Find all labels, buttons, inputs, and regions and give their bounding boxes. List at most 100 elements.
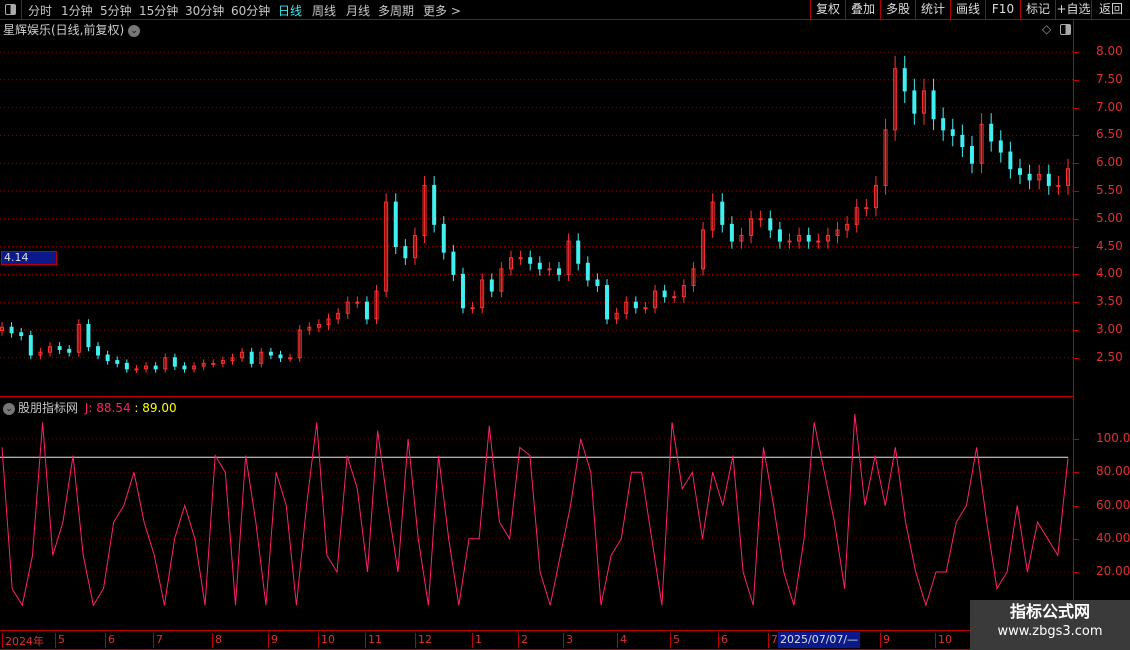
axis-tick — [1074, 163, 1079, 165]
candle-body — [268, 351, 273, 356]
date-tick-label: 1 — [472, 633, 482, 648]
candle-body — [105, 354, 110, 362]
back-button[interactable]: 返回 — [1091, 0, 1130, 20]
date-tick-label: 9 — [880, 633, 890, 648]
candle-body — [528, 257, 533, 264]
candle-body — [96, 346, 101, 356]
price-tick-label: 5.50 — [1096, 183, 1123, 197]
candle-body — [547, 268, 552, 271]
candle-body — [249, 351, 254, 364]
price-tick-label: 3.00 — [1096, 322, 1123, 336]
date-tick-label: 2 — [518, 633, 528, 648]
candle-body — [489, 279, 494, 292]
price-tick-label: 7.00 — [1096, 99, 1123, 114]
candle-body — [441, 223, 446, 253]
candle-body — [998, 140, 1003, 153]
candle-body — [470, 307, 475, 310]
axis-tick — [1074, 246, 1079, 248]
price-tick-label: 2.50 — [1096, 349, 1123, 364]
date-tick-label: 5 — [55, 633, 65, 648]
date-cursor-label: 2025/07/07/— — [778, 632, 861, 648]
candle-body — [9, 326, 14, 334]
candle-body — [1008, 151, 1013, 170]
candle-body — [758, 218, 763, 221]
axis-tick — [1074, 274, 1079, 276]
candle-body — [816, 240, 821, 243]
candle-body — [662, 290, 667, 298]
candle-body — [864, 207, 869, 210]
date-tick-label: 7 — [768, 633, 778, 648]
date-tick-label: 12 — [415, 633, 432, 648]
axis-tick — [1074, 191, 1079, 192]
indicator-tick-label: 100.0 — [1096, 431, 1130, 445]
watermark-url: www.zbgs3.com — [997, 624, 1103, 639]
candle-body — [403, 246, 408, 259]
candle-body — [931, 90, 936, 120]
price-tick-label: 7.50 — [1096, 71, 1123, 86]
candle-body — [19, 332, 24, 337]
indicator-tick-label: 20.00 — [1096, 564, 1130, 578]
j-line — [1, 414, 1069, 607]
axis-tick — [1074, 135, 1079, 137]
candle-body — [355, 301, 360, 304]
candle-body — [950, 129, 955, 136]
candle-body — [86, 323, 91, 348]
candle-body — [1027, 173, 1032, 181]
date-tick-label: 4 — [617, 633, 627, 648]
candle-body — [278, 354, 283, 359]
date-tick-label: 10 — [318, 633, 335, 648]
chevron-down-icon[interactable]: ⌄ — [3, 402, 15, 415]
candle-body — [460, 273, 465, 309]
panel-divider — [0, 396, 1073, 397]
indicator-tick-label: 80.00 — [1096, 464, 1130, 479]
candle-body — [451, 251, 456, 275]
candle-body — [537, 262, 542, 270]
candle-body — [134, 368, 139, 371]
candle-body — [124, 362, 129, 370]
candle-body — [67, 348, 72, 353]
candle-body — [902, 68, 907, 92]
candle-body — [720, 201, 725, 225]
axis-tick — [1074, 505, 1079, 507]
chart-canvas[interactable] — [0, 0, 1073, 630]
indicator-name: 股朋指标网 — [18, 401, 79, 415]
price-tick-label: 5.00 — [1096, 210, 1123, 225]
candle-body — [585, 262, 590, 281]
axis-tick — [1074, 472, 1079, 474]
price-tick-label: 6.50 — [1096, 127, 1123, 142]
candle-body — [605, 285, 610, 320]
axis-tick — [1074, 439, 1079, 440]
j-value: J: 88.54 — [84, 401, 131, 415]
date-tick-label: 11 — [365, 633, 382, 648]
candle-body — [57, 346, 62, 350]
price-tick-label: 4.00 — [1096, 266, 1123, 281]
candle-body — [806, 234, 811, 242]
candle-body — [768, 218, 773, 231]
candle-body — [211, 362, 216, 365]
axis-tick — [1074, 538, 1079, 540]
candle-body — [288, 357, 293, 360]
candle-body — [672, 296, 677, 299]
candle-body — [1056, 184, 1061, 187]
date-tick-label: 9 — [268, 633, 278, 648]
candle-body — [393, 201, 398, 248]
current-price-label: 4.14 — [1, 251, 57, 265]
price-tick-label: 8.00 — [1096, 44, 1123, 58]
candle-body — [432, 184, 437, 225]
watermark: 指标公式网 www.zbgs3.com — [970, 600, 1130, 650]
candle-body — [989, 123, 994, 142]
candle-body — [172, 357, 177, 367]
candle-body — [643, 307, 648, 310]
candle-body — [777, 229, 782, 242]
candle-body — [960, 134, 965, 148]
axis-tick — [1074, 357, 1079, 359]
indicator-tick-label: 60.00 — [1096, 497, 1130, 512]
candle-body — [912, 90, 917, 114]
date-axis: 2025/07/07/— 2024年 5 6 7 8 9 10 11 12 1 2 3 4 5 6 7 9 10 — [0, 630, 1073, 650]
date-tick-label: 5 — [670, 633, 680, 648]
date-tick-label: 10 — [935, 633, 952, 648]
candle-body — [576, 240, 581, 264]
level-value: : 89.00 — [134, 401, 177, 415]
date-tick-label: 6 — [105, 633, 115, 648]
candle-body — [729, 223, 734, 242]
